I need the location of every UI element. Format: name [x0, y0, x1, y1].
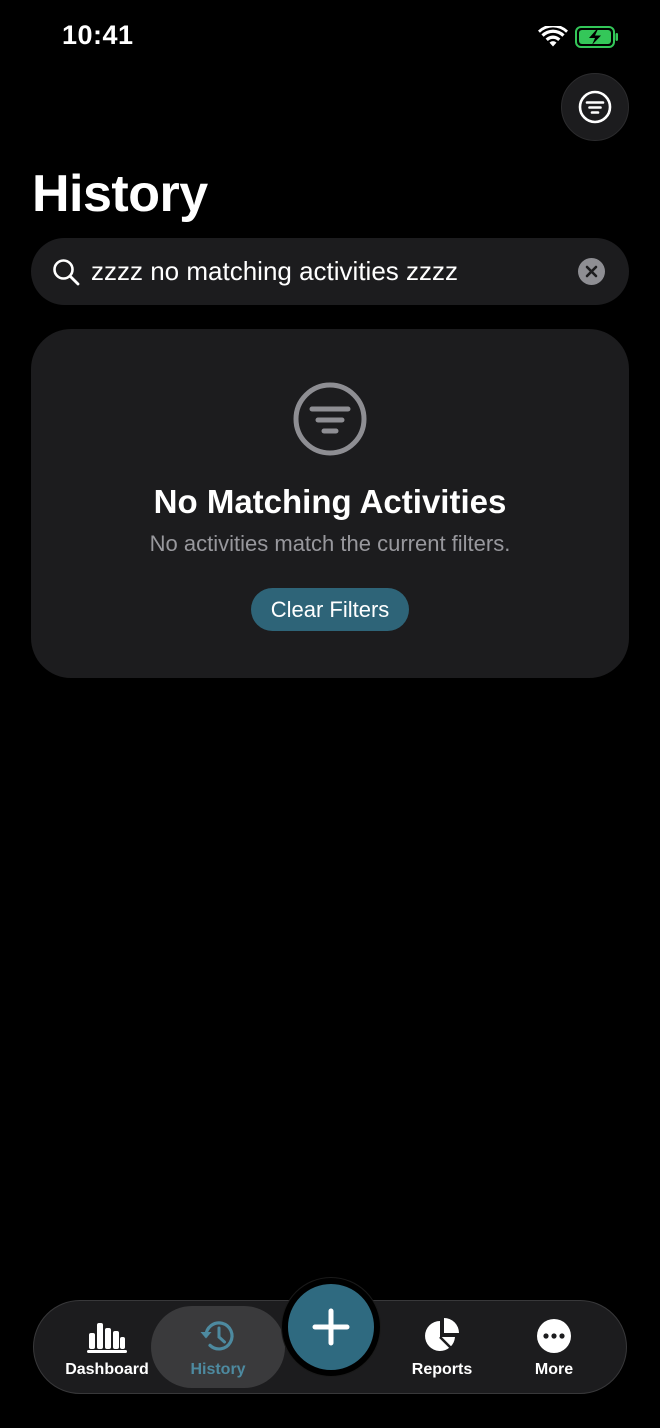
search-icon [53, 259, 80, 286]
page-title: History [32, 165, 208, 223]
filter-button[interactable] [561, 73, 629, 141]
tab-reports[interactable]: Reports [382, 1301, 502, 1393]
bar-chart-icon [87, 1323, 127, 1353]
pie-chart-icon [425, 1318, 459, 1351]
add-activity-button[interactable] [282, 1278, 380, 1376]
empty-state-title: No Matching Activities [153, 483, 507, 520]
filter-lines-icon [293, 382, 367, 456]
history-screen: 10:41 History zzzz no matching activitie… [0, 0, 660, 1428]
tab-label-reports: Reports [411, 1361, 473, 1378]
tab-label-more: More [534, 1361, 574, 1378]
clear-search-button[interactable] [578, 258, 605, 285]
clear-x-icon [585, 265, 598, 278]
status-time: 10:41 [62, 20, 134, 50]
empty-state-card: No Matching Activities No activities mat… [31, 329, 629, 678]
more-dots-icon [537, 1319, 571, 1353]
history-clock-icon [200, 1321, 234, 1351]
wifi-icon [538, 26, 568, 47]
tab-history[interactable]: History [158, 1301, 278, 1393]
tab-more[interactable]: More [494, 1301, 614, 1393]
clear-filters-button[interactable]: Clear Filters [251, 588, 409, 631]
status-bar: 10:41 [0, 0, 660, 80]
tab-label-dashboard: Dashboard [65, 1361, 149, 1378]
empty-state-subtitle: No activities match the current filters. [149, 531, 511, 556]
battery-charging-icon [575, 26, 618, 48]
plus-icon [312, 1308, 350, 1346]
search-input[interactable] [91, 238, 571, 305]
filter-lines-icon [578, 90, 612, 124]
search-bar[interactable] [31, 238, 629, 305]
tab-label-history: History [190, 1361, 246, 1378]
tab-dashboard[interactable]: Dashboard [47, 1301, 167, 1393]
